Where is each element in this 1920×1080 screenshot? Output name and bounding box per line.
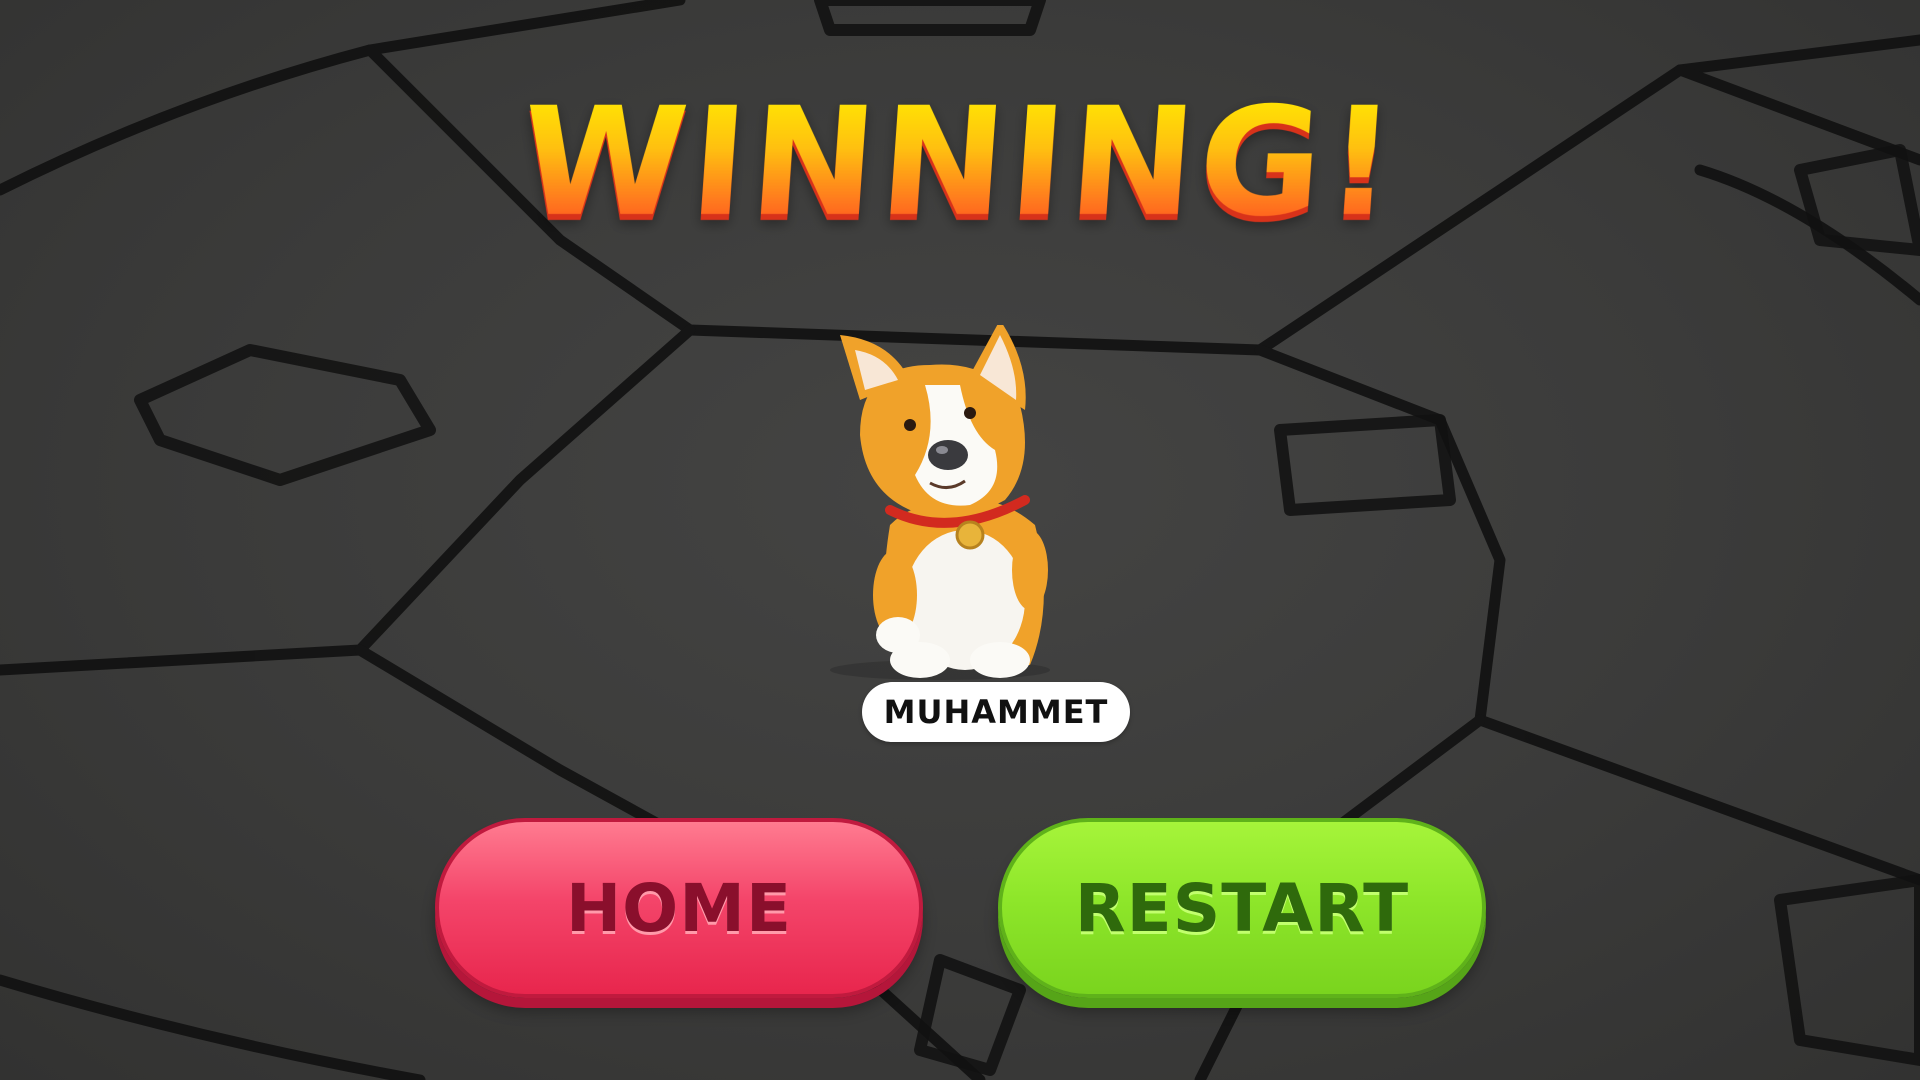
home-button[interactable]: HOME (435, 818, 923, 998)
game-over-screen: WINNING! MUHAMMET HOME RESTART (0, 0, 1920, 1080)
restart-button[interactable]: RESTART (998, 818, 1486, 998)
player-name-tag: MUHAMMET (862, 682, 1130, 742)
corgi-character-icon (830, 325, 1050, 680)
winning-title: WINNING! (0, 76, 1920, 250)
